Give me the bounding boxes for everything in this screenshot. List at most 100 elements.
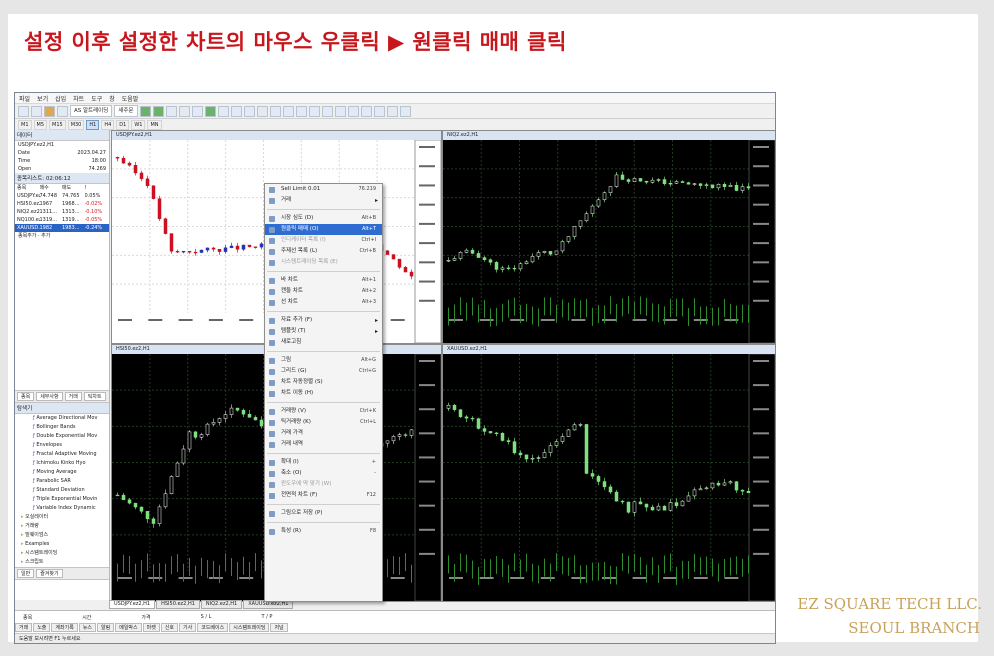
context-menu-item[interactable]: 그림으로 저장 (P): [265, 508, 382, 519]
context-menu-item[interactable]: 그리드 (G) Ctrl+G: [265, 366, 382, 377]
zoom-out-icon[interactable]: [191, 105, 203, 117]
indicators-icon[interactable]: [243, 105, 255, 117]
navigator-indicator[interactable]: Average Directional Mov: [15, 414, 109, 423]
terminal-tab[interactable]: 계좌기록: [51, 623, 78, 632]
context-menu-item[interactable]: 차트 자동정렬 (S): [265, 377, 382, 388]
autoscroll-icon[interactable]: [217, 105, 229, 117]
new-order-button[interactable]: 새주문: [114, 105, 138, 117]
terminal-tab[interactable]: 노출: [33, 623, 51, 632]
menu-item[interactable]: 삽입: [55, 94, 66, 103]
menu-item[interactable]: 차트: [73, 94, 84, 103]
menu-item[interactable]: 창: [109, 94, 115, 103]
panel-tab[interactable]: 종목: [17, 392, 35, 401]
chart-tab[interactable]: HSI50.ez2,H1: [156, 600, 200, 609]
market-watch-row[interactable]: NQ100.ez21319...1319...-0.05%: [15, 216, 109, 224]
navigator-folder[interactable]: 거래량: [15, 522, 109, 531]
navigator-folder[interactable]: 스크립트: [15, 558, 109, 567]
timeframe-m30[interactable]: M30: [67, 119, 85, 130]
terminal-tab[interactable]: 코드베이스: [197, 623, 229, 632]
trendline-icon[interactable]: [334, 105, 346, 117]
context-menu-item[interactable]: 특성 (R) F8: [265, 526, 382, 537]
chart-window-niq2[interactable]: NIQ2.ez2,H1: [442, 130, 775, 344]
menu-item[interactable]: 보기: [37, 94, 48, 103]
context-menu-item[interactable]: Sell Limit 0.01 76.219: [265, 184, 382, 195]
terminal-tab[interactable]: 마켓: [142, 623, 160, 632]
panel-tab[interactable]: 거래: [64, 392, 82, 401]
market-watch-row[interactable]: XAUUSD.ez21982 1983... -0.24%: [15, 224, 109, 232]
text-icon[interactable]: [373, 105, 385, 117]
templates-icon[interactable]: [269, 105, 281, 117]
navigator-indicator[interactable]: Triple Exponential Movin: [15, 495, 109, 504]
context-menu-item[interactable]: 시장 심도 (D) Alt+B: [265, 213, 382, 224]
arrows-icon[interactable]: [399, 105, 411, 117]
terminal-tab[interactable]: 시스템트레이딩: [229, 623, 270, 632]
chart-tab[interactable]: NIQ2.ez2,H1: [200, 600, 243, 609]
terminal-tab[interactable]: 거래: [15, 623, 33, 632]
timeframe-m1[interactable]: M1: [18, 119, 32, 130]
market-watch-row[interactable]: USDJPY.ez274.748 74.765 0.05%: [15, 192, 109, 200]
label-icon[interactable]: [386, 105, 398, 117]
panel-tab[interactable]: 일반: [17, 569, 35, 578]
context-menu-item[interactable]: 캔들 차트 Alt+2: [265, 286, 382, 297]
periods-icon[interactable]: [256, 105, 268, 117]
market-watch-row[interactable]: HSI50.ez21967 1968... -0.02%: [15, 200, 109, 208]
panel-tab[interactable]: 즐겨찾기: [36, 569, 63, 578]
menu-item[interactable]: 도움말: [122, 94, 139, 103]
context-menu-item[interactable]: 새로고침: [265, 337, 382, 348]
context-menu-item[interactable]: 거래량 (V) Ctrl+K: [265, 406, 382, 417]
horizontal-line-icon[interactable]: [321, 105, 333, 117]
navigator-indicator[interactable]: Double Exponential Mov: [15, 432, 109, 441]
chart-shift-icon[interactable]: [230, 105, 242, 117]
timeframe-d1[interactable]: D1: [116, 119, 130, 130]
navigator-indicator[interactable]: Fractal Adaptive Moving: [15, 450, 109, 459]
navigator-folder[interactable]: Examples: [15, 540, 109, 549]
navigator-folder[interactable]: 빌웨이엄스: [15, 531, 109, 540]
terminal-tab[interactable]: 메일박스: [115, 623, 142, 632]
profiles-icon[interactable]: [31, 105, 42, 117]
terminal-tab[interactable]: 저널: [270, 623, 288, 632]
line-chart-icon[interactable]: [165, 105, 177, 117]
context-menu-item[interactable]: 템플릿 (T) ▸: [265, 326, 382, 337]
channel-icon[interactable]: [347, 105, 359, 117]
navigator-indicator[interactable]: Envelopes: [15, 441, 109, 450]
context-menu-item[interactable]: 자료 추가 (F) ▸: [265, 315, 382, 326]
chart-tab[interactable]: USDJPY.ez2,H1: [109, 600, 156, 609]
context-menu-item[interactable]: 거래 가격: [265, 428, 382, 439]
terminal-tab[interactable]: 기사: [179, 623, 197, 632]
context-menu-item[interactable]: 축소 (O) -: [265, 468, 382, 479]
bar-chart-icon[interactable]: [139, 105, 151, 117]
navigator-indicator[interactable]: Moving Average: [15, 468, 109, 477]
timeframe-m5[interactable]: M5: [33, 119, 47, 130]
navigator-icon[interactable]: [57, 105, 68, 117]
timeframe-w1[interactable]: W1: [131, 119, 146, 130]
navigator-indicator[interactable]: Ichimoku Kinko Hyo: [15, 459, 109, 468]
chart-canvas[interactable]: [443, 354, 775, 601]
navigator-indicator[interactable]: Standard Deviation: [15, 486, 109, 495]
navigator-folder[interactable]: 시스템트레이딩: [15, 549, 109, 558]
context-menu-item[interactable]: 원클릭 매매 (O) Alt+T: [265, 224, 382, 235]
chart-canvas[interactable]: [443, 140, 775, 343]
cursor-icon[interactable]: [282, 105, 294, 117]
context-menu-item[interactable]: 거래 ▸: [265, 195, 382, 206]
context-menu-item[interactable]: 거래 내역: [265, 439, 382, 450]
terminal-tab[interactable]: 알림: [97, 623, 115, 632]
chart-window-xauusd[interactable]: XAUUSD.ez2,H1: [442, 344, 775, 602]
context-menu-item[interactable]: 틱거래량 (K) Ctrl+L: [265, 417, 382, 428]
context-menu-item[interactable]: 주제선 목록 (L) Ctrl+B: [265, 246, 382, 257]
timeframe-mn[interactable]: MN: [147, 119, 162, 130]
menu-item[interactable]: 파일: [19, 94, 30, 103]
navigator-indicator[interactable]: Bollinger Bands: [15, 423, 109, 432]
context-menu-item[interactable]: 전면적 차트 (F) F12: [265, 490, 382, 501]
navigator-indicator[interactable]: Variable Index Dynamic: [15, 504, 109, 513]
menu-item[interactable]: 도구: [91, 94, 102, 103]
vertical-line-icon[interactable]: [308, 105, 320, 117]
tile-windows-icon[interactable]: [204, 105, 216, 117]
market-watch-row[interactable]: NIQ2.ez2 1311... 1313... -0.10%: [15, 208, 109, 216]
context-menu-item[interactable]: 바 차트 Alt+1: [265, 275, 382, 286]
market-watch-icon[interactable]: [44, 105, 55, 117]
navigator-indicator[interactable]: Parabolic SAR: [15, 477, 109, 486]
panel-tab[interactable]: 세부사항: [36, 392, 63, 401]
timeframe-h1[interactable]: H1: [86, 119, 100, 130]
panel-tab[interactable]: 틱차트: [83, 392, 106, 401]
timeframe-m15[interactable]: M15: [49, 119, 66, 130]
